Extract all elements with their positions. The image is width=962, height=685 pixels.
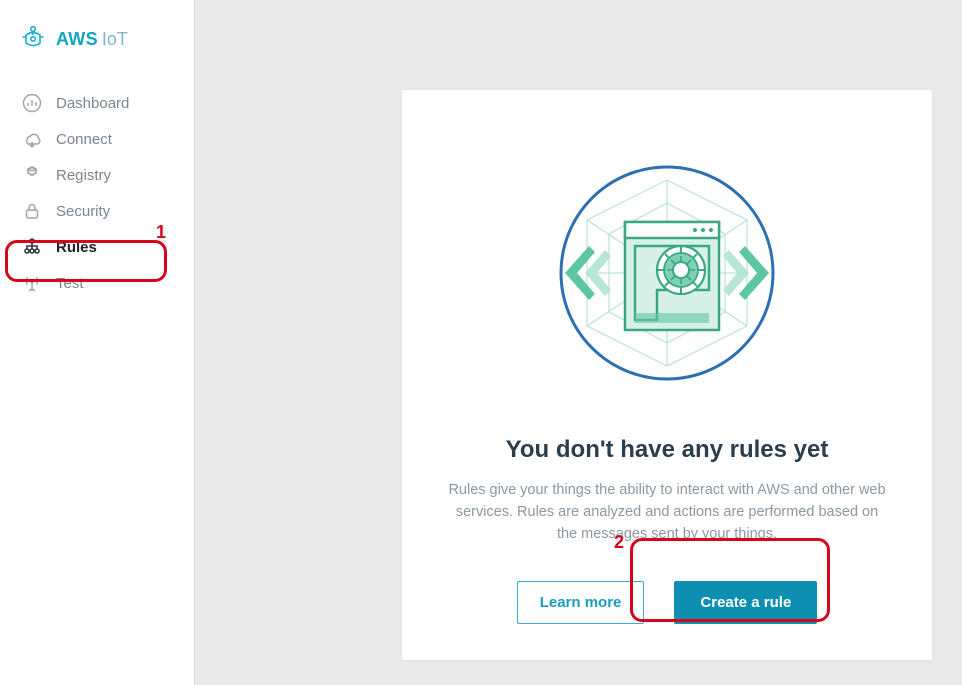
sidebar-nav: Dashboard Connect <box>0 85 194 301</box>
create-rule-button[interactable]: Create a rule <box>674 581 817 624</box>
sidebar-item-registry[interactable]: Registry <box>0 157 194 193</box>
main-content: You don't have any rules yet Rules give … <box>195 0 962 685</box>
empty-state-title: You don't have any rules yet <box>434 436 900 464</box>
sidebar: AWSIoT Dashboard Connect <box>0 0 195 685</box>
cloud-connect-icon <box>22 129 42 149</box>
rules-icon <box>22 237 42 257</box>
brand-logo[interactable]: AWSIoT <box>0 18 194 85</box>
brand-text: AWSIoT <box>56 29 128 50</box>
antenna-icon <box>22 273 42 293</box>
sidebar-item-test[interactable]: Test <box>0 265 194 301</box>
empty-state-description: Rules give your things the ability to in… <box>446 480 888 545</box>
sidebar-item-label: Security <box>56 203 110 220</box>
aws-iot-logo-icon <box>20 24 46 55</box>
sidebar-item-connect[interactable]: Connect <box>0 121 194 157</box>
sidebar-item-security[interactable]: Security <box>0 193 194 229</box>
sidebar-item-dashboard[interactable]: Dashboard <box>0 85 194 121</box>
learn-more-button[interactable]: Learn more <box>517 581 645 624</box>
registry-icon <box>22 165 42 185</box>
sidebar-item-label: Registry <box>56 167 111 184</box>
lock-icon <box>22 201 42 221</box>
sidebar-item-rules[interactable]: Rules <box>0 229 194 265</box>
sidebar-item-label: Dashboard <box>56 95 129 112</box>
button-row: Learn more Create a rule <box>434 581 900 624</box>
sidebar-item-label: Test <box>56 275 84 292</box>
rules-illustration-icon <box>434 158 900 388</box>
sidebar-item-label: Rules <box>56 239 97 256</box>
empty-state-card: You don't have any rules yet Rules give … <box>402 90 932 660</box>
sidebar-item-label: Connect <box>56 131 112 148</box>
dashboard-icon <box>22 93 42 113</box>
